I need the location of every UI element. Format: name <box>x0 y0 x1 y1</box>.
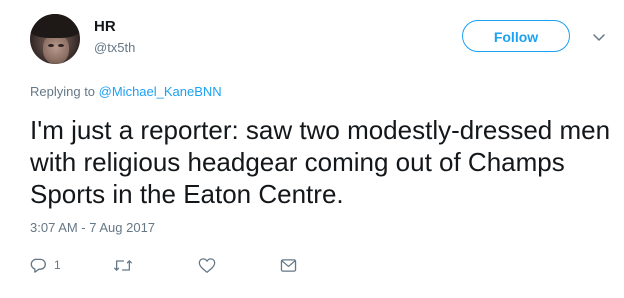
chevron-down-icon[interactable] <box>591 29 607 45</box>
reply-icon[interactable] <box>30 257 47 274</box>
author-name[interactable]: HR <box>94 18 116 36</box>
avatar-face <box>43 34 69 64</box>
like-icon[interactable] <box>198 257 216 274</box>
tweet-text: I'm just a reporter: saw two modestly-dr… <box>30 115 611 209</box>
avatar-eye-left <box>48 44 54 47</box>
reply-action[interactable]: 1 <box>30 256 61 274</box>
direct-message-icon[interactable] <box>280 258 297 273</box>
author-handle[interactable]: @tx5th <box>94 40 135 56</box>
tweet-card: HR @tx5th Follow Replying to @Michael_Ka… <box>0 0 624 298</box>
reply-mention-link[interactable]: @Michael_KaneBNN <box>99 84 222 99</box>
tweet-timestamp[interactable]: 3:07 AM - 7 Aug 2017 <box>30 220 155 236</box>
avatar[interactable] <box>30 14 80 64</box>
reply-count: 1 <box>54 258 61 272</box>
reply-context: Replying to @Michael_KaneBNN <box>30 84 222 100</box>
like-action[interactable] <box>198 256 216 274</box>
direct-message-action[interactable] <box>280 256 297 274</box>
reply-context-prefix: Replying to <box>30 84 99 99</box>
follow-button[interactable]: Follow <box>462 20 570 52</box>
retweet-icon[interactable] <box>113 257 133 274</box>
avatar-eye-right <box>58 44 64 47</box>
retweet-action[interactable] <box>113 256 133 274</box>
avatar-hair <box>30 14 80 38</box>
